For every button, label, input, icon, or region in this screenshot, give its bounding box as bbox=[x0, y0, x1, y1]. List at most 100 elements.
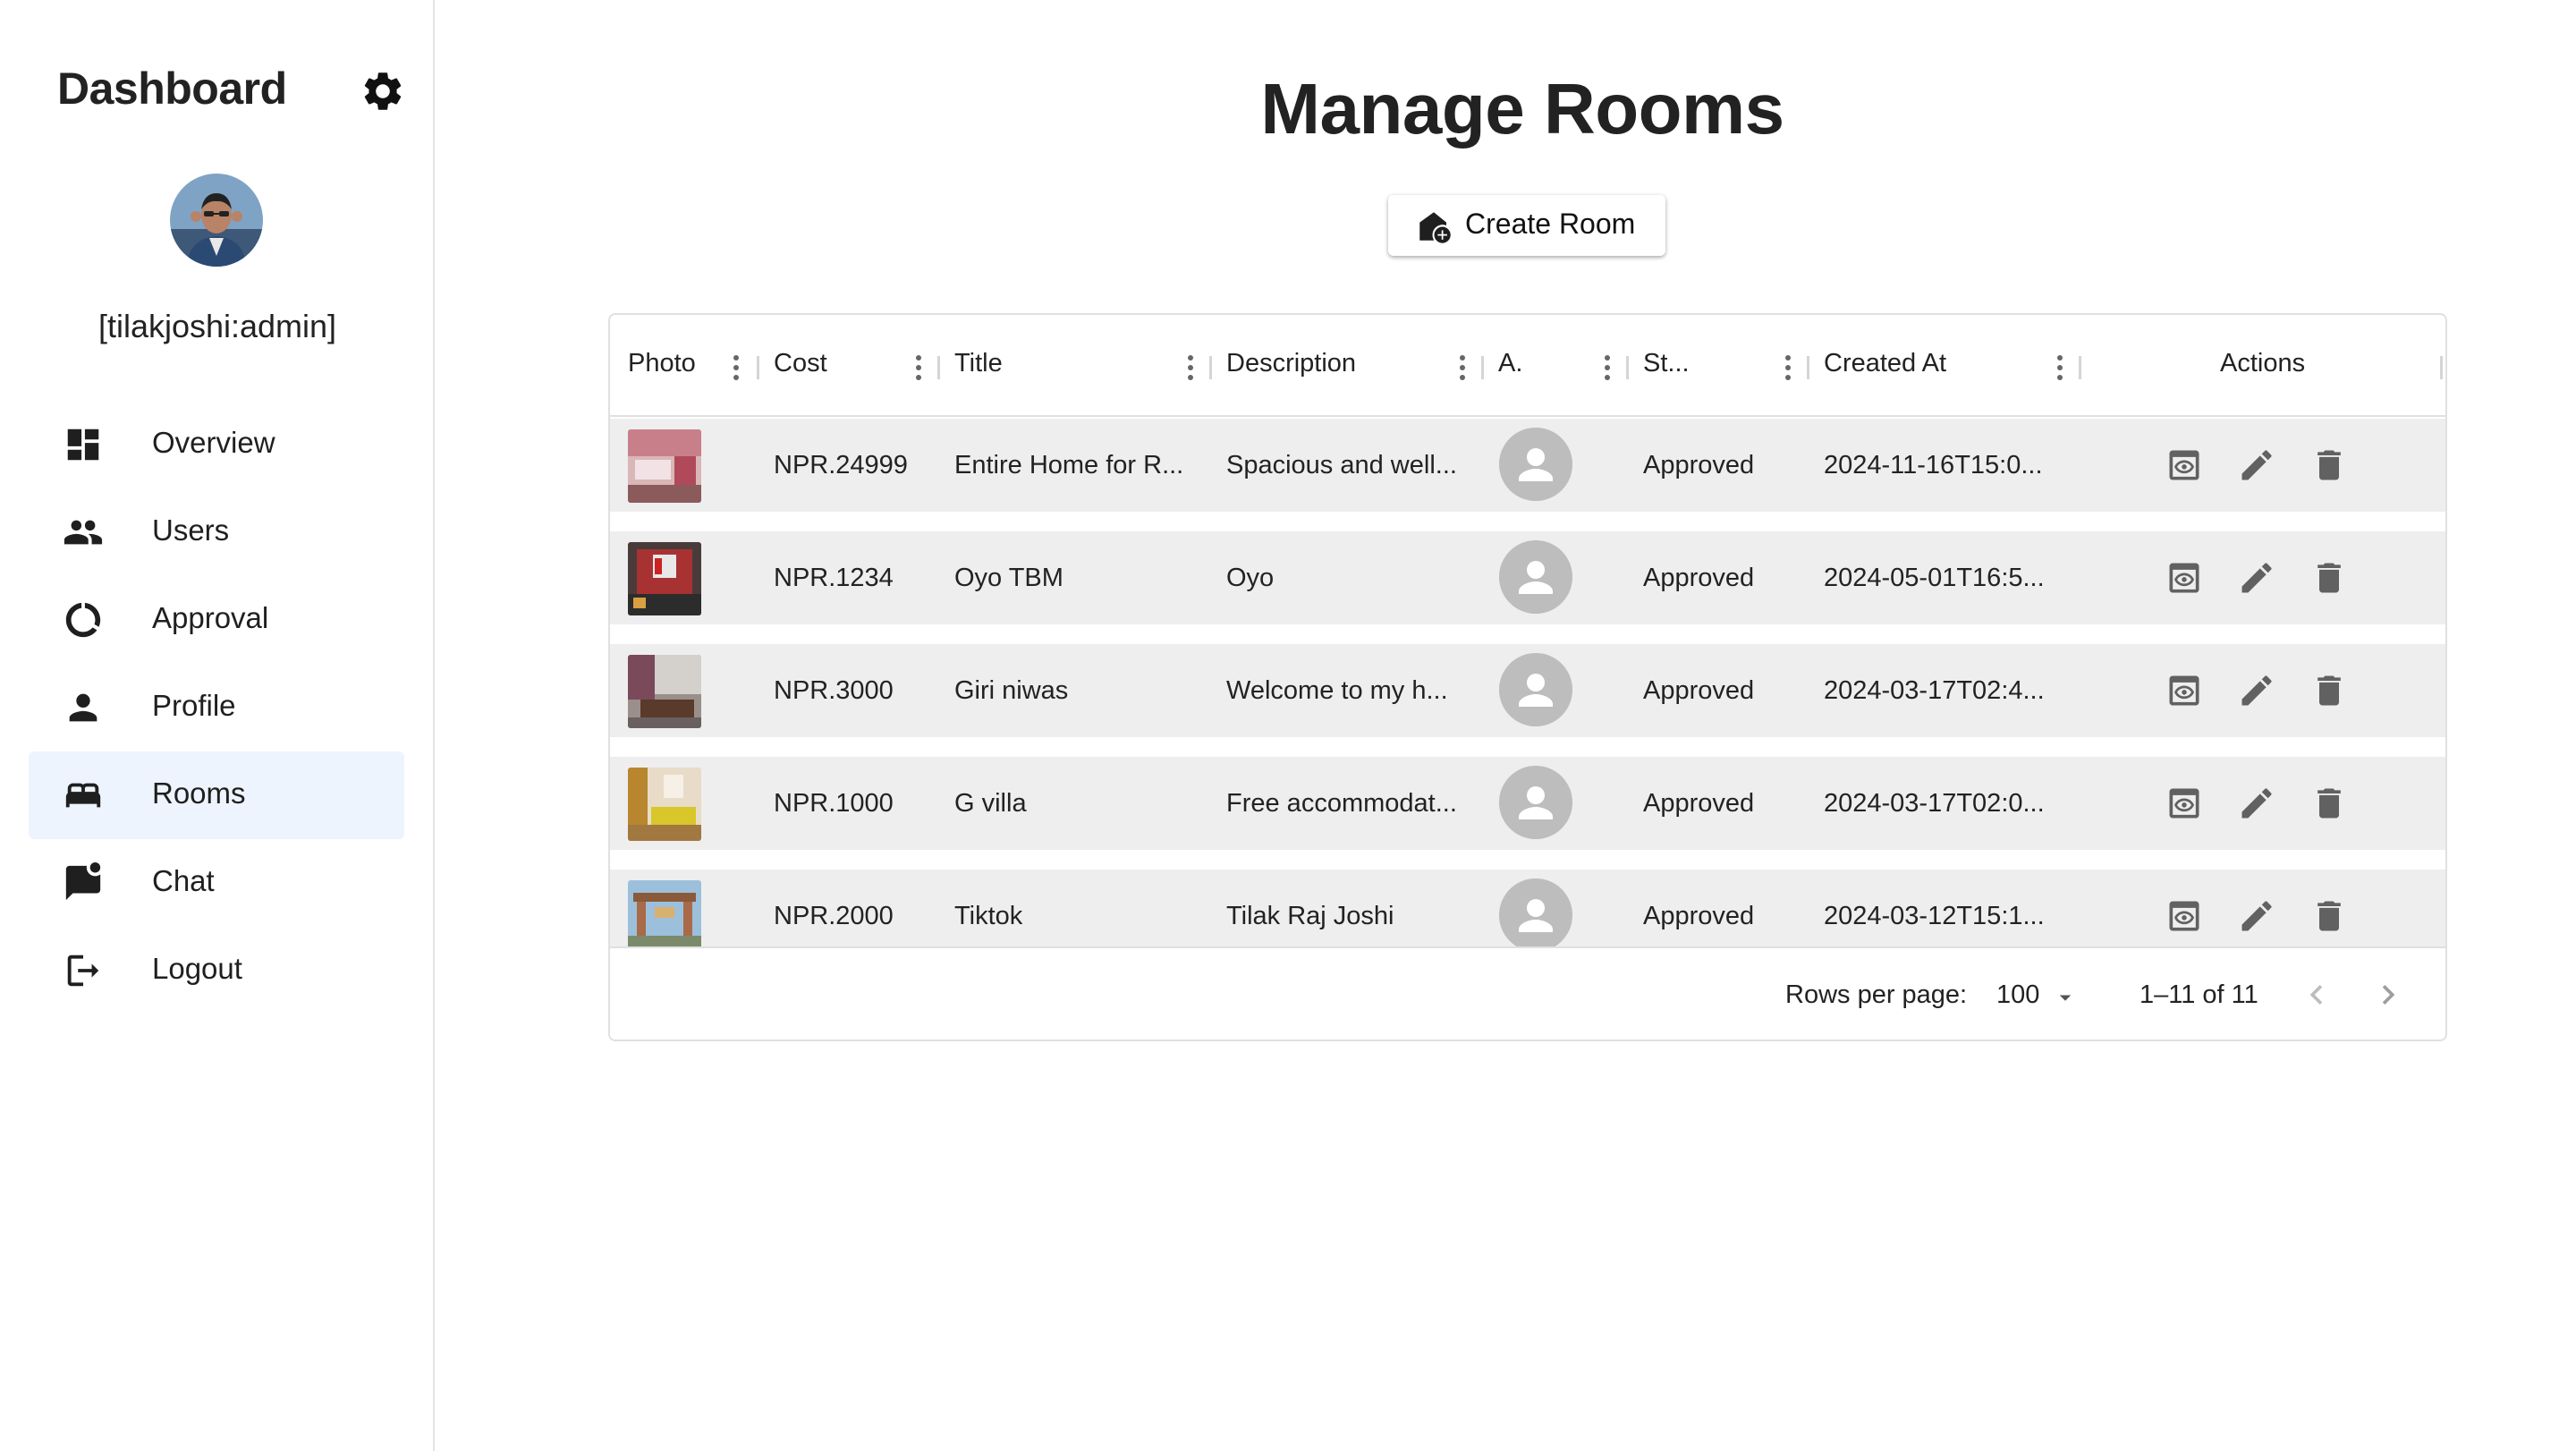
dropdown-arrow-icon[interactable] bbox=[2052, 984, 2079, 1011]
column-header-description[interactable]: Description bbox=[1226, 349, 1356, 385]
status-cell: Approved bbox=[1643, 676, 1755, 705]
app-root: Dashboard [tilakjoshi:admin] Overview Us… bbox=[0, 0, 2576, 1451]
column-separator[interactable] bbox=[1626, 356, 1629, 379]
column-menu-icon[interactable] bbox=[1594, 352, 1621, 383]
table-row[interactable]: NPR.24999 Entire Home for R... Spacious … bbox=[610, 419, 2445, 512]
column-menu-icon[interactable] bbox=[1177, 352, 1204, 383]
column-menu-icon[interactable] bbox=[1775, 352, 1801, 383]
created-at-cell: 2024-11-16T15:0... bbox=[1824, 451, 2043, 479]
edit-icon[interactable] bbox=[2237, 784, 2276, 823]
people-icon bbox=[64, 520, 103, 545]
logout-icon bbox=[67, 955, 99, 987]
view-icon[interactable] bbox=[2165, 896, 2204, 936]
owner-avatar-icon bbox=[1499, 878, 1572, 946]
view-icon[interactable] bbox=[2165, 784, 2204, 823]
add-home-icon bbox=[1419, 212, 1451, 243]
column-separator bbox=[2440, 356, 2443, 379]
view-icon[interactable] bbox=[2165, 671, 2204, 710]
table-row[interactable]: NPR.3000 Giri niwas Welcome to my h... A… bbox=[610, 644, 2445, 737]
column-menu-icon[interactable] bbox=[905, 352, 932, 383]
sidebar-item-label: Chat bbox=[152, 864, 215, 897]
sidebar-item-label: Overview bbox=[152, 426, 275, 459]
delete-icon[interactable] bbox=[2309, 445, 2349, 485]
delete-icon[interactable] bbox=[2309, 784, 2349, 823]
sidebar-item-overview[interactable]: Overview bbox=[29, 401, 404, 488]
column-menu-icon[interactable] bbox=[1449, 352, 1476, 383]
create-room-button[interactable]: Create Room bbox=[1388, 195, 1665, 256]
column-header-title[interactable]: Title bbox=[954, 349, 1003, 385]
edit-icon[interactable] bbox=[2237, 445, 2276, 485]
sidebar-item-profile[interactable]: Profile bbox=[29, 664, 404, 751]
grid-footer: Rows per page: 100 1–11 of 11 bbox=[610, 946, 2445, 1039]
delete-icon[interactable] bbox=[2309, 671, 2349, 710]
edit-icon[interactable] bbox=[2237, 671, 2276, 710]
title-cell: Entire Home for R... bbox=[954, 451, 1184, 479]
sidebar-item-approval[interactable]: Approval bbox=[29, 576, 404, 664]
cost-cell: NPR.1234 bbox=[774, 564, 894, 592]
title-cell: Oyo TBM bbox=[954, 564, 1063, 592]
column-separator[interactable] bbox=[2079, 356, 2081, 379]
created-at-cell: 2024-03-17T02:4... bbox=[1824, 676, 2045, 705]
column-separator[interactable] bbox=[1481, 356, 1484, 379]
sidebar: Dashboard [tilakjoshi:admin] Overview Us… bbox=[0, 0, 435, 1451]
column-header-status[interactable]: St... bbox=[1643, 349, 1690, 385]
sidebar-item-users[interactable]: Users bbox=[29, 488, 404, 576]
column-separator[interactable] bbox=[1209, 356, 1212, 379]
column-separator[interactable] bbox=[1807, 356, 1809, 379]
description-cell: Spacious and well... bbox=[1226, 451, 1457, 479]
sidebar-item-rooms[interactable]: Rooms bbox=[29, 751, 404, 839]
table-row[interactable]: NPR.1234 Oyo TBM Oyo Approved 2024-05-01… bbox=[610, 531, 2445, 624]
sidebar-item-label: Profile bbox=[152, 689, 236, 722]
room-photo bbox=[628, 655, 701, 728]
owner-avatar-icon bbox=[1499, 540, 1572, 614]
title-cell: Giri niwas bbox=[954, 676, 1069, 705]
chat-icon bbox=[65, 862, 101, 901]
donut-icon bbox=[65, 602, 101, 638]
owner-avatar-icon bbox=[1499, 653, 1572, 726]
cost-cell: NPR.2000 bbox=[774, 902, 894, 930]
column-header-owner[interactable]: A. bbox=[1498, 349, 1522, 385]
grid-header: Photo Cost Title Description A. St... Cr… bbox=[610, 315, 2445, 417]
sidebar-item-logout[interactable]: Logout bbox=[29, 927, 404, 1014]
avatar[interactable] bbox=[170, 174, 263, 267]
column-header-photo[interactable]: Photo bbox=[628, 349, 696, 385]
created-at-cell: 2024-05-01T16:5... bbox=[1824, 564, 2045, 592]
gear-icon[interactable] bbox=[360, 68, 406, 115]
delete-icon[interactable] bbox=[2309, 896, 2349, 936]
status-cell: Approved bbox=[1643, 789, 1755, 818]
sidebar-item-chat[interactable]: Chat bbox=[29, 839, 404, 927]
room-photo bbox=[628, 768, 701, 841]
sidebar-nav: Overview Users Approval Profile Rooms Ch… bbox=[29, 401, 404, 1014]
sidebar-item-label: Approval bbox=[152, 601, 269, 634]
created-at-cell: 2024-03-12T15:1... bbox=[1824, 902, 2045, 930]
column-menu-icon[interactable] bbox=[723, 352, 750, 383]
column-header-cost[interactable]: Cost bbox=[774, 349, 827, 385]
column-header-created-at[interactable]: Created At bbox=[1824, 349, 1946, 385]
edit-icon[interactable] bbox=[2237, 896, 2276, 936]
table-row[interactable]: NPR.1000 G villa Free accommodat... Appr… bbox=[610, 757, 2445, 850]
description-cell: Oyo bbox=[1226, 564, 1275, 592]
person-icon bbox=[69, 693, 97, 722]
chevron-right-icon[interactable] bbox=[2368, 975, 2408, 1014]
column-menu-icon[interactable] bbox=[2046, 352, 2073, 383]
dashboard-icon bbox=[67, 429, 99, 461]
delete-icon[interactable] bbox=[2309, 558, 2349, 598]
sidebar-item-label: Users bbox=[152, 513, 230, 547]
rows-per-page-select[interactable]: 100 bbox=[1996, 980, 2039, 1010]
edit-icon[interactable] bbox=[2237, 558, 2276, 598]
created-at-cell: 2024-03-17T02:0... bbox=[1824, 789, 2045, 818]
view-icon[interactable] bbox=[2165, 445, 2204, 485]
pagination-range: 1–11 of 11 bbox=[2140, 980, 2258, 1009]
view-icon[interactable] bbox=[2165, 558, 2204, 598]
bed-icon bbox=[65, 783, 101, 808]
page-title: Manage Rooms bbox=[1260, 69, 1784, 148]
room-photo bbox=[628, 880, 701, 946]
table-row[interactable]: NPR.2000 Tiktok Tilak Raj Joshi Approved… bbox=[610, 870, 2445, 946]
status-cell: Approved bbox=[1643, 451, 1755, 479]
room-photo bbox=[628, 429, 701, 503]
column-separator[interactable] bbox=[757, 356, 759, 379]
status-cell: Approved bbox=[1643, 902, 1755, 930]
column-separator[interactable] bbox=[937, 356, 940, 379]
chevron-left-icon[interactable] bbox=[2297, 975, 2336, 1014]
sidebar-item-label: Logout bbox=[152, 952, 242, 985]
